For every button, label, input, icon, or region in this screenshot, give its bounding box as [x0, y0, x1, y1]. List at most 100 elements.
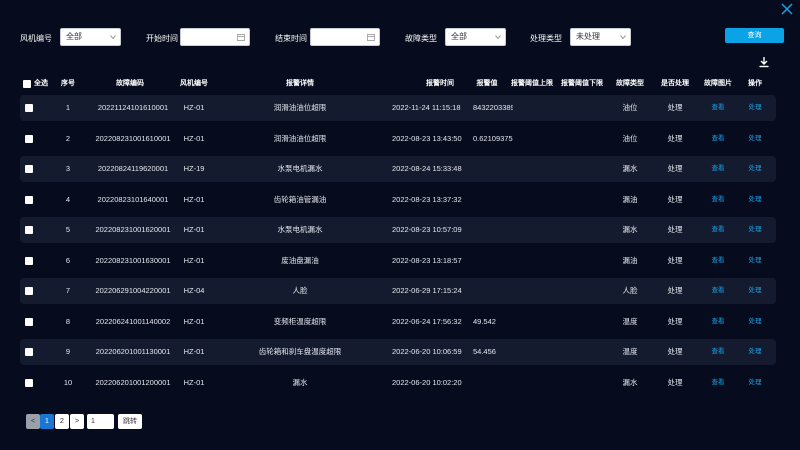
row-alarm-value: [473, 156, 513, 182]
fault-type-value: 全部: [451, 32, 467, 41]
row-alarm-time: 2022-06-20 10:06:59: [392, 347, 462, 356]
table-row: 6 20220823100163000​1 HZ-01 废油盘漏油 2022-08-23…: [20, 248, 776, 274]
page-button-1[interactable]: 1: [40, 414, 54, 429]
row-checkbox[interactable]: [25, 195, 33, 204]
row-handled: 处理: [667, 103, 683, 112]
row-turbine-no: HZ-01: [183, 133, 205, 143]
page-jump-input[interactable]: 1: [87, 414, 114, 429]
row-fault-code: 20220620100113000​1: [95, 347, 171, 356]
header-index: 序号: [61, 80, 75, 87]
close-icon[interactable]: [780, 2, 794, 16]
handle-action-link[interactable]: 处理: [742, 217, 768, 243]
row-checkbox[interactable]: [25, 226, 33, 234]
jump-button[interactable]: 跳转: [118, 414, 142, 429]
table-header: 全选 序号 故障编码 风机编号 报警详情 报警时间 报警值 报警阈值上限 报警阈…: [20, 78, 780, 92]
chevron-down-icon: [110, 35, 116, 40]
handle-action-link[interactable]: 处理: [742, 126, 768, 152]
row-alarm-value: [473, 217, 513, 243]
header-lower-limit: 报警阈值下限: [561, 80, 603, 87]
row-handled: 处理: [667, 164, 683, 173]
handle-action-link[interactable]: 处理: [742, 156, 768, 182]
row-alarm-value: [473, 278, 513, 304]
row-handled: 处理: [667, 316, 683, 326]
handle-action-link[interactable]: 处理: [742, 278, 768, 304]
row-alarm-value: [473, 248, 513, 274]
row-alarm-time: 2022-11-24 11:15:18: [392, 103, 461, 112]
row-alarm-detail: 废油盘漏油: [281, 255, 319, 265]
row-index: 3: [65, 164, 71, 173]
fault-type-label: 故障类型: [405, 34, 437, 43]
row-upper-limit: [508, 95, 556, 121]
row-alarm-time: 2022-08-24 15:33:48: [392, 164, 462, 173]
row-checkbox[interactable]: [25, 104, 33, 112]
row-checkbox[interactable]: [25, 256, 33, 265]
row-upper-limit: [508, 339, 556, 365]
row-turbine-no: HZ-01: [183, 347, 205, 356]
header-select-all: 全选: [34, 80, 48, 87]
row-alarm-value: 84322033896: [473, 103, 513, 112]
start-time-input[interactable]: [180, 28, 250, 46]
row-lower-limit: [558, 217, 606, 243]
header-action: 操作: [748, 80, 762, 87]
row-alarm-time: 2022-06-24 17:56:32: [392, 316, 462, 326]
handle-action-link[interactable]: 处理: [742, 187, 768, 213]
view-image-link[interactable]: 查看: [700, 248, 736, 274]
view-image-link[interactable]: 查看: [700, 156, 736, 182]
fault-type-select[interactable]: 全部: [445, 28, 506, 46]
row-turbine-no: HZ-01: [183, 225, 205, 234]
view-image-link[interactable]: 查看: [700, 309, 736, 335]
row-index: 6: [65, 255, 71, 265]
view-image-link[interactable]: 查看: [700, 187, 736, 213]
view-image-link[interactable]: 查看: [700, 126, 736, 152]
view-image-link[interactable]: 查看: [700, 370, 736, 396]
row-checkbox[interactable]: [25, 134, 33, 143]
handle-action-link[interactable]: 处理: [742, 248, 768, 274]
row-alarm-detail: 润滑油油位超限: [273, 133, 327, 143]
row-index: 7: [65, 286, 71, 295]
download-icon[interactable]: [758, 55, 770, 68]
query-button[interactable]: 查询: [725, 28, 784, 43]
row-checkbox[interactable]: [25, 378, 33, 387]
row-fault-type: 油位: [622, 103, 638, 112]
row-index: 9: [65, 347, 71, 356]
table-row: 5 20220823100162000​1 HZ-01 水泵电机漏水 2022-08-2…: [20, 217, 776, 243]
turbine-select[interactable]: 全部: [60, 28, 121, 46]
table-row: 7 20220629100422000​1 HZ-04 人脸 2022-06-29 17…: [20, 278, 776, 304]
handle-action-link[interactable]: 处理: [742, 95, 768, 121]
row-checkbox[interactable]: [25, 348, 33, 356]
next-page-button[interactable]: >: [70, 414, 84, 429]
row-checkbox[interactable]: [25, 317, 33, 326]
handle-action-link[interactable]: 处理: [742, 339, 768, 365]
view-image-link[interactable]: 查看: [700, 217, 736, 243]
row-upper-limit: [508, 278, 556, 304]
page-button-2[interactable]: 2: [55, 414, 69, 429]
row-fault-type: 温度: [622, 316, 638, 326]
handle-action-link[interactable]: 处理: [742, 370, 768, 396]
row-alarm-detail: 齿轮箱和刹车盘温度超限: [258, 347, 342, 356]
select-all-checkbox[interactable]: [23, 80, 31, 88]
handle-action-link[interactable]: 处理: [742, 309, 768, 335]
row-handled: 处理: [667, 347, 683, 356]
handle-type-select[interactable]: 未处理: [570, 28, 631, 46]
row-checkbox[interactable]: [25, 287, 33, 295]
row-upper-limit: [508, 217, 556, 243]
row-alarm-time: 2022-06-20 10:02:20: [392, 377, 462, 387]
row-fault-type: 漏水: [622, 377, 638, 387]
row-fault-type: 漏油: [622, 194, 638, 204]
filter-bar: 风机编号 全部 开始时间 结束时间 故障类型 全部 处理类型 未处理: [0, 28, 800, 48]
turbine-select-value: 全部: [66, 32, 82, 41]
view-image-link[interactable]: 查看: [700, 339, 736, 365]
row-handled: 处理: [667, 225, 683, 234]
row-checkbox[interactable]: [25, 165, 33, 173]
view-image-link[interactable]: 查看: [700, 95, 736, 121]
row-fault-code: 20220823100162000​1: [95, 225, 171, 234]
row-lower-limit: [558, 187, 606, 213]
prev-page-button[interactable]: <: [26, 414, 40, 429]
row-turbine-no: HZ-01: [183, 316, 205, 326]
table-row: 1 20221124101610001 HZ-01 润滑油油位超限 2022-11-24…: [20, 95, 776, 121]
row-lower-limit: [558, 309, 606, 335]
header-alarm-detail: 报警详情: [286, 80, 314, 87]
row-index: 5: [65, 225, 71, 234]
view-image-link[interactable]: 查看: [700, 278, 736, 304]
end-time-input[interactable]: [310, 28, 380, 46]
